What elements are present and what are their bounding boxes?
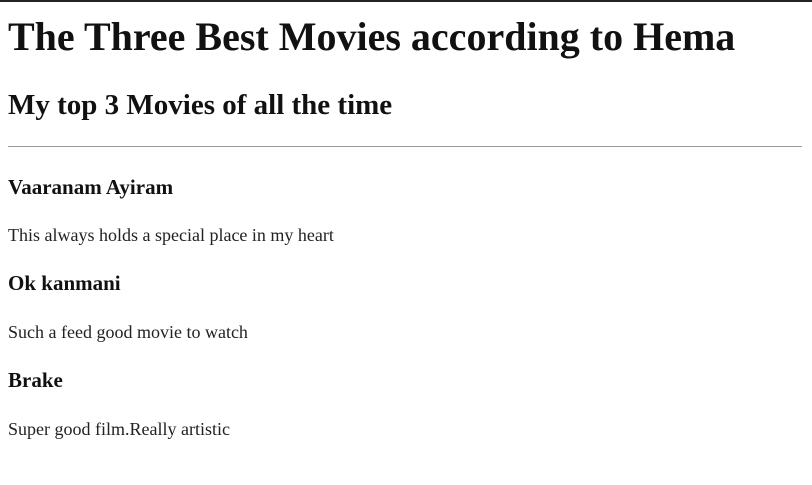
- page-subtitle: My top 3 Movies of all the time: [8, 89, 393, 121]
- movie-description: Such a feed good movie to watch: [8, 322, 248, 342]
- movie-title: Vaaranam Ayiram: [8, 175, 174, 199]
- movie-description: This always holds a special place in my …: [8, 225, 334, 245]
- movie-title: Ok kanmani: [8, 271, 121, 295]
- page-title: The Three Best Movies according to Hema: [8, 14, 736, 59]
- movie-description: Super good film.Really artistic: [8, 419, 230, 439]
- page: The Three Best Movies according to Hema …: [0, 2, 812, 485]
- divider: [8, 146, 802, 147]
- movie-title: Brake: [8, 368, 63, 392]
